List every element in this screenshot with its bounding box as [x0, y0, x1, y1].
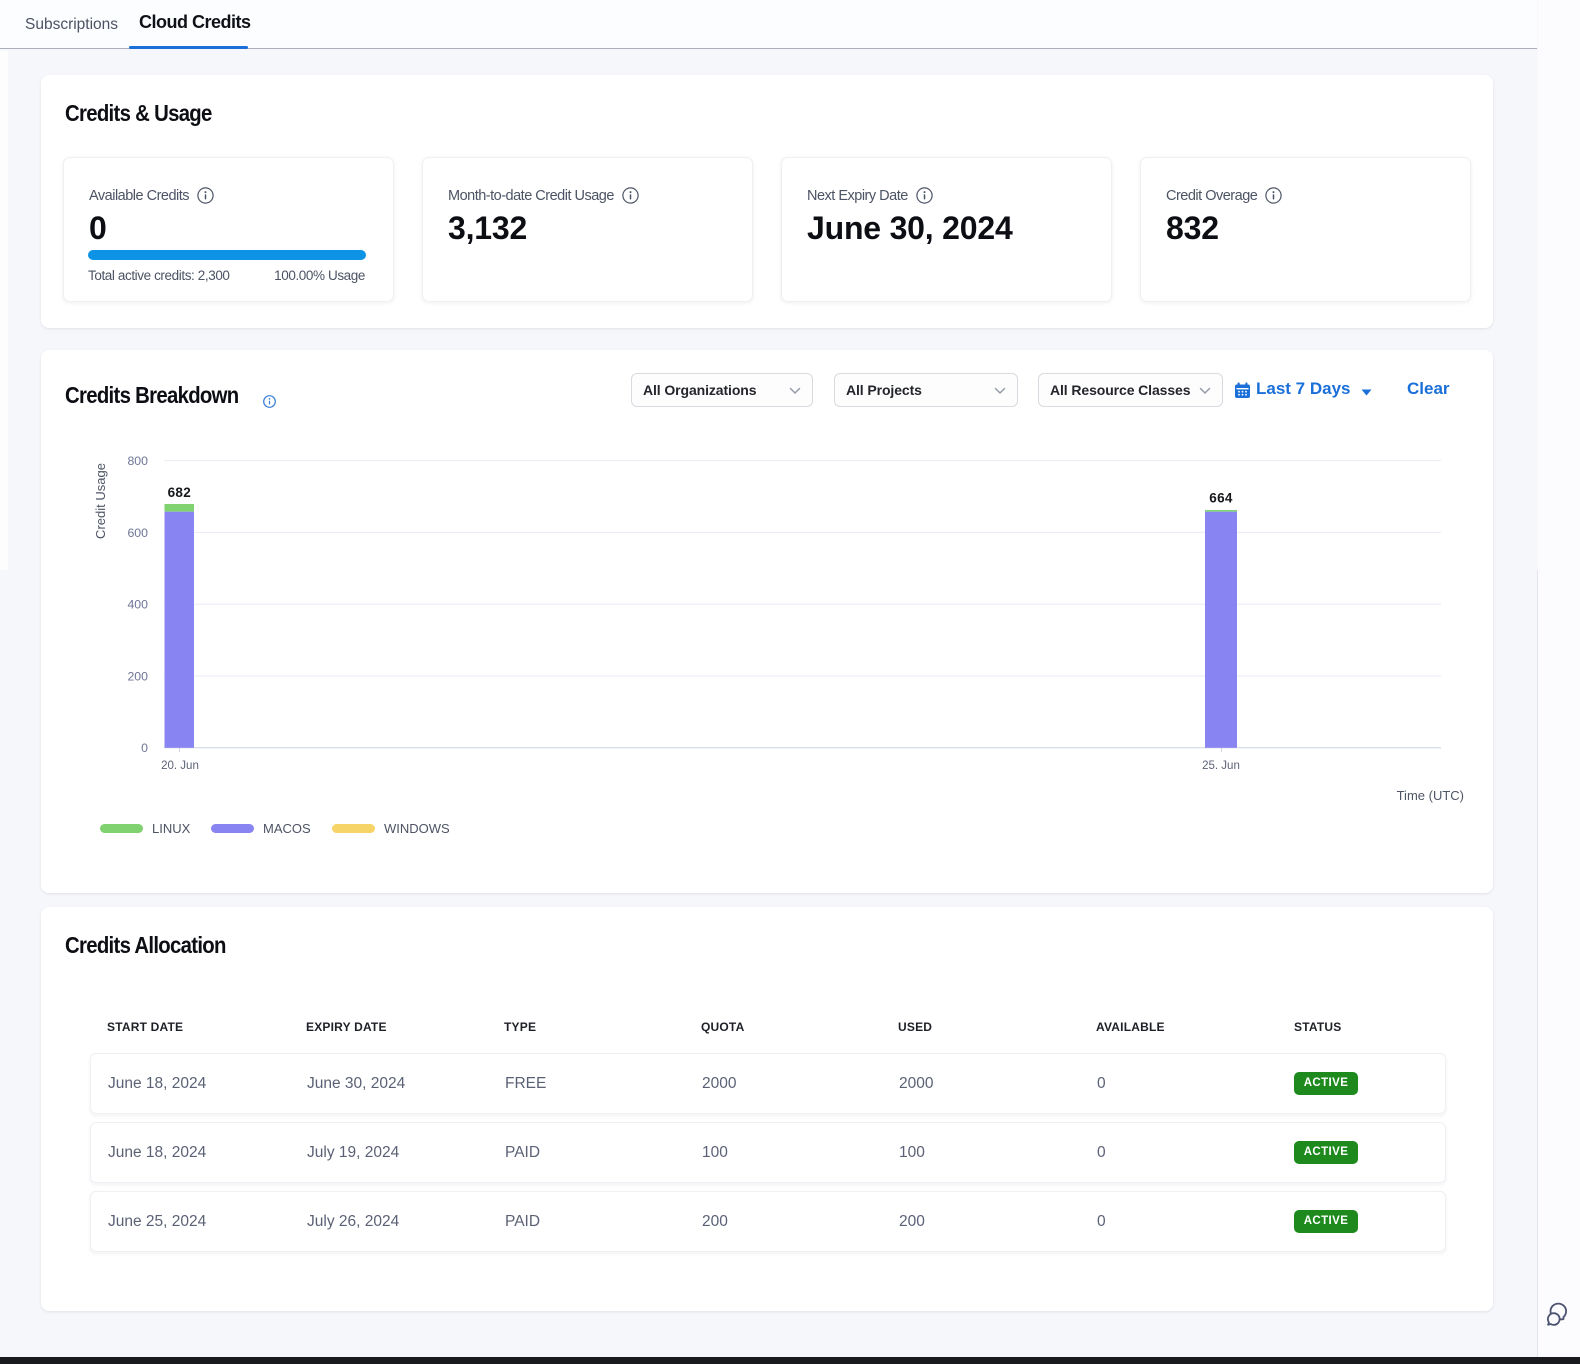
svg-text:LINUX: LINUX	[152, 821, 191, 836]
svg-text:600: 600	[127, 526, 148, 540]
svg-text:20. Jun: 20. Jun	[161, 760, 199, 772]
svg-text:Credit Usage: Credit Usage	[93, 463, 108, 539]
svg-text:0: 0	[141, 741, 148, 755]
svg-text:800: 800	[127, 454, 148, 468]
svg-text:Time (UTC): Time (UTC)	[1397, 788, 1464, 803]
svg-text:400: 400	[127, 598, 148, 612]
svg-text:WINDOWS: WINDOWS	[384, 821, 450, 836]
svg-text:25. Jun: 25. Jun	[1202, 760, 1240, 772]
svg-text:200: 200	[127, 669, 148, 683]
svg-text:682: 682	[168, 485, 191, 500]
svg-text:MACOS: MACOS	[263, 821, 311, 836]
svg-text:664: 664	[1209, 491, 1233, 506]
